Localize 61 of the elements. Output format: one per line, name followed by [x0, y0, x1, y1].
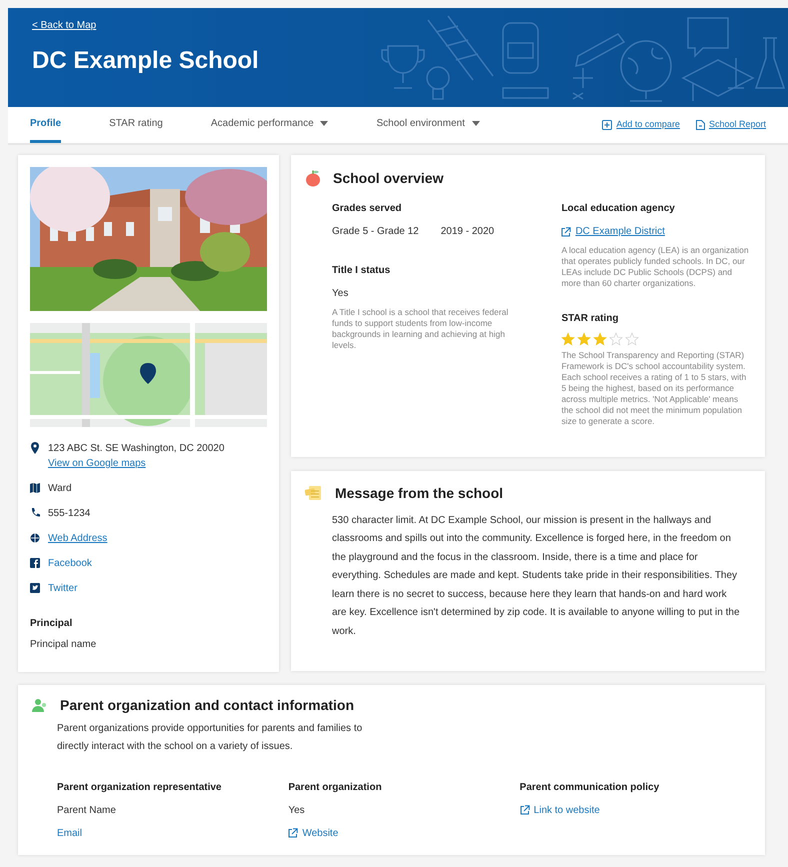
external-link-icon	[561, 226, 572, 236]
field-value: Parent Name	[57, 804, 117, 818]
contact-text: 555-1234	[48, 507, 90, 521]
title-one-value: Yes	[332, 287, 350, 301]
field-label: Parent communication policy	[520, 780, 660, 795]
contact-link[interactable]: Website	[288, 826, 338, 841]
apple-icon	[305, 169, 321, 187]
plus-square-icon	[602, 120, 612, 130]
globe-icon	[30, 532, 40, 544]
external-link-icon	[288, 828, 298, 838]
map-link[interactable]: View on Google maps	[48, 456, 224, 471]
contact-link[interactable]: Email	[57, 826, 82, 841]
principal-name: Principal name	[30, 638, 98, 652]
field-label: STAR rating	[561, 312, 620, 326]
empty-star-icon	[625, 332, 640, 346]
nav-tab[interactable]: Profile	[30, 105, 62, 143]
facebook-icon	[30, 557, 40, 569]
twitter-icon	[30, 582, 40, 594]
section-title: Parent organization and contact information	[60, 697, 354, 714]
field-label: Grades served	[332, 202, 402, 216]
field-description: A Title I school is a school that receives federal funds to support students from low-income backgrounds in learning and achieving at high levels.	[332, 307, 510, 352]
contact-link[interactable]: Link to website	[520, 802, 600, 818]
field-description: A local education agency (LEA) is an organization that operates publicly funded schools. In DC, our LEAs include DC Public Schools (DCPS) and more than 60 charter organizations.	[561, 245, 750, 290]
notepad-icon	[305, 485, 323, 502]
section-title: Message from the school	[335, 485, 504, 502]
filled-star-icon	[561, 332, 576, 346]
contact-link[interactable]: Twitter	[48, 581, 78, 596]
field-label: Parent organization representative	[57, 780, 222, 795]
district-link[interactable]: DC Example District	[575, 224, 665, 239]
contact-text: 123 ABC St. SE Washington, DC 20020	[48, 442, 224, 456]
external-link-icon	[520, 805, 530, 816]
contact-link[interactable]: Facebook	[48, 556, 92, 571]
action-link[interactable]: School Report	[708, 118, 766, 132]
school-year: 2019 - 2020	[440, 225, 494, 239]
field-label: Local education agency	[561, 202, 676, 216]
contact-text: Ward	[48, 482, 72, 496]
section-description: Parent organizations provide opportunities for parents and families to directly interact with the school on a variety of issues.	[57, 722, 364, 754]
phone-icon	[30, 507, 40, 519]
field-label: Parent organization	[288, 780, 383, 795]
field-description: The School Transparency and Reporting (STAR) Framework is DC's school accountability system. Each school receives a rating of 1 to 5 stars, with 5 being the highest, based on its performance across multiple metrics. 'Not Applicable' means the school did not meet the minimum population size to generate a score.	[561, 350, 748, 428]
nav-tab[interactable]: STAR rating	[109, 105, 163, 143]
document-icon	[696, 120, 705, 130]
field-value: Yes	[288, 804, 306, 818]
nav-tab[interactable]: Academic performance	[210, 105, 328, 143]
field-label: Title I status	[332, 264, 392, 278]
people-icon	[32, 697, 48, 714]
grades-value: Grade 5 - Grade 12	[332, 225, 419, 239]
principal-label: Principal	[30, 617, 74, 631]
filled-star-icon	[593, 332, 608, 346]
page-title: DC Example School	[32, 47, 260, 76]
map-icon	[30, 482, 40, 494]
location-pin-icon	[30, 442, 40, 454]
section-title: School overview	[333, 170, 444, 186]
action-link[interactable]: Add to compare	[616, 118, 680, 132]
back-link[interactable]: < Back to Map	[32, 20, 96, 31]
caret-icon	[320, 120, 328, 126]
nav-tab[interactable]: School environment	[376, 105, 480, 143]
contact-link[interactable]: Web Address	[48, 531, 108, 546]
caret-icon	[472, 120, 480, 126]
message-paragraph: 530 character limit. At DC Example School, our mission is present in the hallways and classrooms and spills out into the community. Excellence is forged here, in the freedom on the playground and the focus in the classroom. Inside, there is a time and place for everything. Schedules are made and kept. Students take pride in their responsibilities. They learn there is no secret to success, because here they learn that hands-on and hard work are key. Excellence isn't determined by zip code. It is available to anyone willing to put in the work.	[332, 514, 741, 639]
filled-star-icon	[577, 332, 592, 346]
